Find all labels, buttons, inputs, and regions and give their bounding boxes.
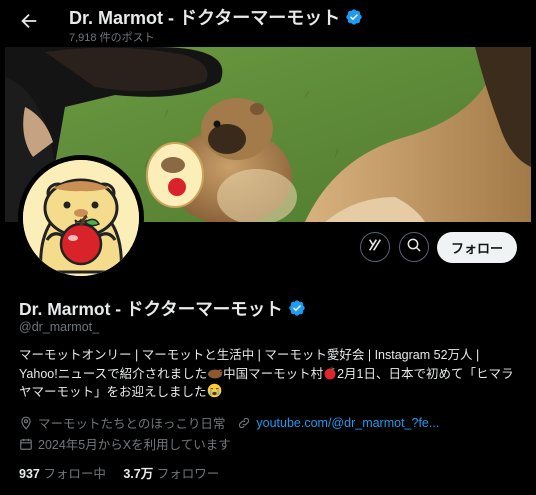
profile-meta-row: マーモットたちとのほっこり日常 youtube.com/@dr_marmot_?… — [19, 413, 439, 432]
follow-counts: 937 フォロー中 3.7万 フォロワー — [19, 463, 219, 482]
profile-name-text: Dr. Marmot - ドクターマーモット — [19, 299, 283, 319]
avatar-border — [18, 155, 144, 281]
apple-emoji-icon — [323, 365, 337, 381]
location-icon — [19, 416, 33, 430]
profile-joined-row: 2024年5月からXを利用しています — [19, 434, 231, 453]
header-title-text: Dr. Marmot - ドクターマーモット — [69, 8, 341, 28]
post-count: 7,918 件のポスト — [69, 32, 155, 44]
following-label: フォロー中 — [43, 467, 106, 481]
search-icon — [406, 237, 422, 258]
top-bar: Dr. Marmot - ドクターマーモット 7,918 件のポスト — [0, 0, 536, 47]
bio-text: 中国マーモット村 — [223, 366, 324, 381]
verified-badge-icon — [345, 8, 363, 31]
following-count: 937 — [19, 467, 40, 481]
profile-bio: マーモットオンリー | マーモットと生活中 | マーモット愛好会 | Insta… — [19, 346, 519, 402]
avatar[interactable] — [23, 160, 139, 276]
search-button[interactable] — [399, 232, 429, 262]
bio-text: ヤマーモット」をお迎えしました — [19, 385, 207, 399]
grok-icon — [367, 237, 383, 258]
profile-name: Dr. Marmot - ドクターマーモット — [19, 296, 306, 322]
profile-handle: @dr_marmot_ — [19, 320, 100, 334]
back-arrow-icon[interactable] — [18, 10, 40, 32]
follow-button[interactable]: フォロー — [437, 232, 517, 263]
followers-count: 3.7万 — [123, 467, 154, 481]
followers-label: フォロワー — [156, 467, 220, 481]
calendar-icon — [19, 437, 33, 451]
bio-text: 2月1日、日本で初めて「ヒマラ — [337, 366, 514, 381]
profile-website-link[interactable]: youtube.com/@dr_marmot_?fe... — [256, 416, 439, 430]
marmot-emoji-icon — [207, 367, 223, 381]
grok-button[interactable] — [360, 232, 390, 262]
following-link[interactable]: 937 フォロー中 — [19, 463, 106, 482]
followers-link[interactable]: 3.7万 フォロワー — [123, 463, 219, 482]
header-title: Dr. Marmot - ドクターマーモット — [69, 4, 363, 31]
profile-location: マーモットたちとのほっこり日常 — [38, 417, 226, 431]
verified-badge-icon[interactable] — [288, 299, 306, 322]
bio-line: ヤマーモット」をお迎えしました — [19, 383, 519, 402]
link-icon — [237, 416, 251, 430]
bio-text: Yahoo!ニュースで紹介されました — [19, 366, 208, 381]
bio-line: Yahoo!ニュースで紹介されました 中国マーモット村 2月1日、日本で初めて「ヒマ… — [19, 365, 519, 384]
crying-face-emoji-icon — [207, 383, 222, 399]
bio-line: マーモットオンリー | マーモットと生活中 | マーモット愛好会 | Insta… — [19, 348, 480, 362]
profile-joined: 2024年5月からXを利用しています — [38, 438, 231, 452]
